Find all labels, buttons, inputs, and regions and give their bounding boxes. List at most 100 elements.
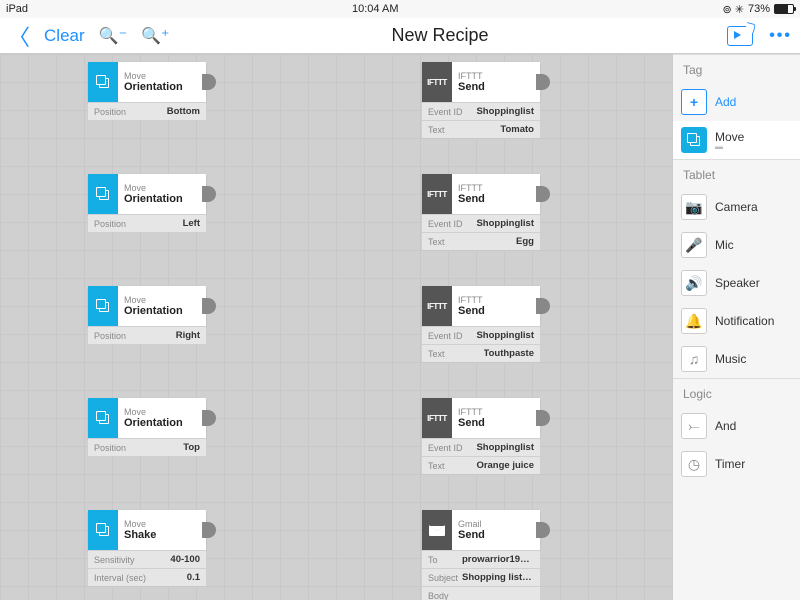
- connector-out[interactable]: [536, 186, 550, 202]
- sidebar-tablet-item-mic[interactable]: 🎤 Mic: [673, 226, 800, 264]
- param-key: Event ID: [428, 443, 463, 453]
- sidebar-tablet-item-notification[interactable]: 🔔 Notification: [673, 302, 800, 340]
- node-category: Move: [124, 183, 200, 193]
- connector-out[interactable]: [202, 298, 216, 314]
- timer-icon: ◷: [681, 451, 707, 477]
- param-value: Shoppinglist: [476, 442, 534, 453]
- sidebar-tablet-item-speaker[interactable]: 🔊 Speaker: [673, 264, 800, 302]
- param-value: Orange juice: [476, 460, 534, 471]
- node-param[interactable]: Toprowarrior1990@gm...: [422, 550, 540, 568]
- param-value: Shopping list u...: [462, 572, 534, 583]
- param-value: Right: [176, 330, 200, 341]
- action-node[interactable]: IFTTTIFTTTSendEvent IDShoppinglistTextOr…: [422, 398, 540, 474]
- trigger-node[interactable]: MoveOrientationPositionTop: [88, 398, 206, 456]
- connector-out[interactable]: [536, 410, 550, 426]
- sidebar-logic-item-and[interactable]: ⤚And: [673, 407, 800, 445]
- node-title: Send: [458, 193, 534, 205]
- clear-button[interactable]: Clear: [44, 26, 85, 46]
- node-param[interactable]: Interval (sec) 0.1: [88, 568, 206, 586]
- node-param[interactable]: TextTouthpaste: [422, 344, 540, 362]
- connector-out[interactable]: [202, 410, 216, 426]
- node-param[interactable]: PositionLeft: [88, 214, 206, 232]
- connector-out[interactable]: [202, 74, 216, 90]
- param-value: 0.1: [187, 572, 200, 583]
- node-param[interactable]: TextTomato: [422, 120, 540, 138]
- notification-icon: 🔔: [681, 308, 707, 334]
- sidebar-tablet-item-camera[interactable]: 📷Camera: [673, 188, 800, 226]
- move-icon: [88, 62, 118, 102]
- status-misc: ⊚ ✳: [722, 3, 744, 16]
- param-value: Bottom: [167, 106, 200, 117]
- gmail-icon: [422, 510, 452, 550]
- sidebar-section-tablet: Tablet: [673, 159, 800, 188]
- node-param[interactable]: TextOrange juice: [422, 456, 540, 474]
- connector-out[interactable]: [536, 522, 550, 538]
- node-title: Orientation: [124, 417, 200, 429]
- sidebar-section-logic: Logic: [673, 378, 800, 407]
- sidebar-tag-move[interactable]: Move ▬: [673, 121, 800, 159]
- node-param[interactable]: TextEgg: [422, 232, 540, 250]
- node-title: Send: [458, 529, 534, 541]
- node-category: IFTTT: [458, 71, 534, 81]
- sidebar-item-label: Camera: [715, 200, 758, 214]
- sidebar-item-label: Notification: [715, 314, 774, 328]
- connector-out[interactable]: [202, 522, 216, 538]
- trigger-node[interactable]: MoveShakeSensitivity40-100Interval (sec)…: [88, 510, 206, 586]
- trigger-node[interactable]: MoveOrientation PositionLeft: [88, 174, 206, 232]
- param-key: Subject: [428, 573, 458, 583]
- action-node[interactable]: IFTTTIFTTTSendEvent IDShoppinglistTextEg…: [422, 174, 540, 250]
- node-param[interactable]: Event IDShoppinglist: [422, 214, 540, 232]
- node-param[interactable]: PositionBottom: [88, 102, 206, 120]
- sidebar-item-label: Mic: [715, 238, 734, 252]
- param-key: Interval (sec): [94, 573, 146, 583]
- trigger-node[interactable]: MoveOrientationPositionBottom: [88, 62, 206, 120]
- node-title: Shake: [124, 529, 200, 541]
- connector-out[interactable]: [536, 74, 550, 90]
- sidebar-move-sub: ▬: [715, 142, 744, 151]
- connector-out[interactable]: [202, 186, 216, 202]
- zoom-out-button[interactable]: 🔍⁻: [99, 26, 127, 46]
- param-key: Body: [428, 591, 449, 600]
- sidebar-item-label: Timer: [715, 457, 745, 471]
- sidebar-logic-item-timer[interactable]: ◷ Timer: [673, 445, 800, 483]
- canvas[interactable]: MoveOrientationPositionBottomMoveOrienta…: [0, 54, 672, 600]
- zoom-in-button[interactable]: 🔍⁺: [141, 26, 169, 46]
- action-node[interactable]: IFTTTIFTTTSendEvent IDShoppinglistTextTo…: [422, 62, 540, 138]
- trigger-node[interactable]: MoveOrientationPositionRight: [88, 286, 206, 344]
- node-param[interactable]: Event ID Shoppinglist: [422, 438, 540, 456]
- node-title: Orientation: [124, 305, 200, 317]
- node-category: IFTTT: [458, 407, 534, 417]
- sidebar-item-label: Speaker: [715, 276, 760, 290]
- node-category: Move: [124, 71, 200, 81]
- node-param[interactable]: Event IDShoppinglist: [422, 326, 540, 344]
- move-icon: [88, 510, 118, 550]
- node-param[interactable]: Sensitivity40-100: [88, 550, 206, 568]
- ifttt-icon: IFTTT: [422, 174, 452, 214]
- action-node[interactable]: IFTTTIFTTTSendEvent IDShoppinglistTextTo…: [422, 286, 540, 362]
- speaker-icon: 🔊: [681, 270, 707, 296]
- node-param[interactable]: Body: [422, 586, 540, 600]
- node-param[interactable]: Subject Shopping list u...: [422, 568, 540, 586]
- sidebar-add-label: Add: [715, 95, 736, 109]
- connector-out[interactable]: [536, 298, 550, 314]
- action-node[interactable]: GmailSendToprowarrior1990@gm...SubjectSh…: [422, 510, 540, 600]
- sidebar-section-tag: Tag: [673, 54, 800, 83]
- sidebar-add-tag[interactable]: + Add: [673, 83, 800, 121]
- node-param[interactable]: Event IDShoppinglist: [422, 102, 540, 120]
- node-title: Orientation: [124, 193, 200, 205]
- more-button[interactable]: •••: [769, 27, 792, 45]
- page-title: New Recipe: [208, 25, 672, 46]
- node-category: Move: [124, 519, 200, 529]
- sidebar-tablet-item-music[interactable]: ♫Music: [673, 340, 800, 378]
- play-button[interactable]: [727, 26, 753, 46]
- param-key: Event ID: [428, 107, 463, 117]
- node-param[interactable]: PositionTop: [88, 438, 206, 456]
- plus-icon: +: [681, 89, 707, 115]
- move-icon: [681, 127, 707, 153]
- node-param[interactable]: PositionRight: [88, 326, 206, 344]
- status-bar: iPad 10:04 AM ⊚ ✳ 73%: [0, 0, 800, 18]
- status-battery-pct: 73%: [748, 3, 770, 15]
- mic-icon: 🎤: [681, 232, 707, 258]
- param-value: Top: [183, 442, 200, 453]
- back-button[interactable]: 〈: [8, 20, 30, 52]
